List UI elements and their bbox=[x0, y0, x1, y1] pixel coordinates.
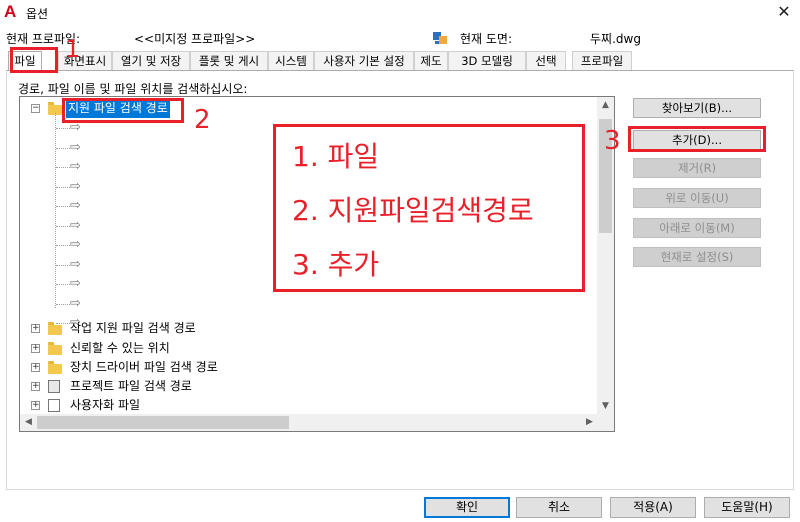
annotation-number-2: 2 bbox=[194, 105, 211, 135]
path-arrow-icon: ⇨ bbox=[70, 295, 81, 311]
tree-node-label: 프로젝트 파일 검색 경로 bbox=[70, 379, 192, 393]
annotation-step-1: 1. 파일 bbox=[292, 140, 380, 173]
folder-icon bbox=[48, 342, 62, 355]
tab-drafting[interactable]: 제도 bbox=[414, 51, 448, 70]
window-title: 옵션 bbox=[26, 7, 49, 21]
tree-child-entry[interactable]: ⇨ bbox=[20, 294, 598, 313]
tree-guide-line bbox=[56, 323, 70, 324]
scroll-corner bbox=[597, 414, 614, 431]
path-arrow-icon: ⇨ bbox=[70, 315, 81, 330]
title-bar: A 옵션 ✕ bbox=[0, 0, 800, 26]
help-button[interactable]: 도움말(H) bbox=[704, 497, 790, 518]
tree-guide-line bbox=[56, 303, 70, 305]
path-arrow-icon: ⇨ bbox=[70, 237, 81, 252]
tree-guide-line bbox=[56, 284, 70, 285]
path-arrow-icon: ⇨ bbox=[70, 256, 81, 272]
annotation-steps-box: 1. 파일 2. 지원파일검색경로 3. 추가 bbox=[273, 124, 585, 292]
tree-guide-line bbox=[56, 186, 70, 188]
horizontal-scroll-thumb[interactable] bbox=[37, 416, 289, 429]
ok-button[interactable]: 확인 bbox=[424, 497, 510, 518]
scroll-left-icon[interactable]: ◀ bbox=[20, 414, 37, 431]
tree-guide-line bbox=[56, 245, 70, 246]
drawing-label: 현재 도면: bbox=[460, 32, 513, 46]
scroll-up-icon[interactable]: ▲ bbox=[597, 97, 614, 114]
tab-selection[interactable]: 선택 bbox=[526, 51, 566, 70]
drawing-icon bbox=[433, 32, 447, 44]
drawing-value: 두찌.dwg bbox=[590, 32, 641, 46]
tree-node-label: 신뢰할 수 있는 위치 bbox=[70, 341, 170, 355]
tree-node-label: 사용자화 파일 bbox=[70, 398, 141, 412]
tree-guide-line bbox=[56, 206, 70, 207]
path-arrow-icon: ⇨ bbox=[70, 198, 81, 213]
annotation-box-add bbox=[628, 126, 766, 152]
expand-icon[interactable]: + bbox=[31, 401, 40, 410]
apply-button[interactable]: 적용(A) bbox=[610, 497, 696, 518]
move-up-button[interactable]: 위로 이동(U) bbox=[633, 188, 761, 208]
expand-icon[interactable]: + bbox=[31, 344, 40, 353]
close-button[interactable]: ✕ bbox=[774, 2, 794, 22]
profile-value: <<미지정 프로파일>> bbox=[134, 32, 256, 46]
tree-node-label: 장치 드라이버 파일 검색 경로 bbox=[70, 360, 218, 374]
browse-button[interactable]: 찾아보기(B)... bbox=[633, 98, 761, 118]
path-arrow-icon: ⇨ bbox=[70, 178, 81, 194]
annotation-box-tree bbox=[62, 98, 184, 123]
annotation-step-3: 3. 추가 bbox=[292, 248, 380, 281]
horizontal-scrollbar[interactable]: ◀ ▶ bbox=[20, 414, 598, 431]
scroll-right-icon[interactable]: ▶ bbox=[581, 414, 598, 431]
tab-open-save[interactable]: 열기 및 저장 bbox=[112, 51, 190, 70]
move-down-button[interactable]: 아래로 이동(M) bbox=[633, 218, 761, 238]
expand-icon[interactable]: + bbox=[31, 363, 40, 372]
tree-guide-line bbox=[56, 264, 70, 266]
scroll-down-icon[interactable]: ▼ bbox=[597, 398, 614, 415]
tab-system[interactable]: 시스템 bbox=[268, 51, 314, 70]
instruction-label: 경로, 파일 이름 및 파일 위치를 검색하십시오: bbox=[18, 82, 248, 96]
tree-node-trusted-locations[interactable]: + 신뢰할 수 있는 위치 bbox=[20, 339, 598, 358]
annotation-box-tab bbox=[10, 47, 58, 73]
tab-plot-publish[interactable]: 플롯 및 게시 bbox=[190, 51, 268, 70]
cancel-button[interactable]: 취소 bbox=[516, 497, 602, 518]
path-arrow-icon: ⇨ bbox=[70, 159, 81, 174]
tree-child-entry[interactable]: ⇨ bbox=[20, 313, 598, 332]
tab-user-preferences[interactable]: 사용자 기본 설정 bbox=[314, 51, 414, 70]
tree-node-customization[interactable]: + 사용자화 파일 bbox=[20, 396, 598, 415]
tree-guide-line bbox=[56, 225, 70, 227]
annotation-number-3: 3 bbox=[604, 126, 621, 156]
tree-node-device-driver[interactable]: + 장치 드라이버 파일 검색 경로 bbox=[20, 358, 598, 377]
path-arrow-icon: ⇨ bbox=[70, 139, 81, 155]
set-current-button[interactable]: 현재로 설정(S) bbox=[633, 247, 761, 267]
tree-guide-line bbox=[56, 147, 70, 149]
collapse-icon[interactable]: − bbox=[31, 104, 40, 113]
autocad-logo-icon: A bbox=[4, 2, 17, 21]
expand-icon[interactable]: + bbox=[31, 382, 40, 391]
tree-node-project-files[interactable]: + 프로젝트 파일 검색 경로 bbox=[20, 377, 598, 396]
project-icon bbox=[48, 380, 60, 393]
tree-guide-line bbox=[56, 167, 70, 168]
annotation-number-1: 1 bbox=[65, 35, 81, 63]
tab-strip: 파일 화면표시 열기 및 저장 플롯 및 게시 시스템 사용자 기본 설정 제도… bbox=[6, 51, 796, 71]
tree-guide-line bbox=[56, 128, 70, 129]
path-arrow-icon: ⇨ bbox=[70, 217, 81, 233]
tab-3d-modeling[interactable]: 3D 모델링 bbox=[448, 51, 526, 70]
annotation-step-2: 2. 지원파일검색경로 bbox=[292, 194, 534, 227]
customization-icon bbox=[48, 399, 60, 412]
path-arrow-icon: ⇨ bbox=[70, 276, 81, 291]
tab-profiles[interactable]: 프로파일 bbox=[572, 51, 632, 70]
folder-icon bbox=[48, 361, 62, 374]
remove-button[interactable]: 제거(R) bbox=[633, 158, 761, 178]
